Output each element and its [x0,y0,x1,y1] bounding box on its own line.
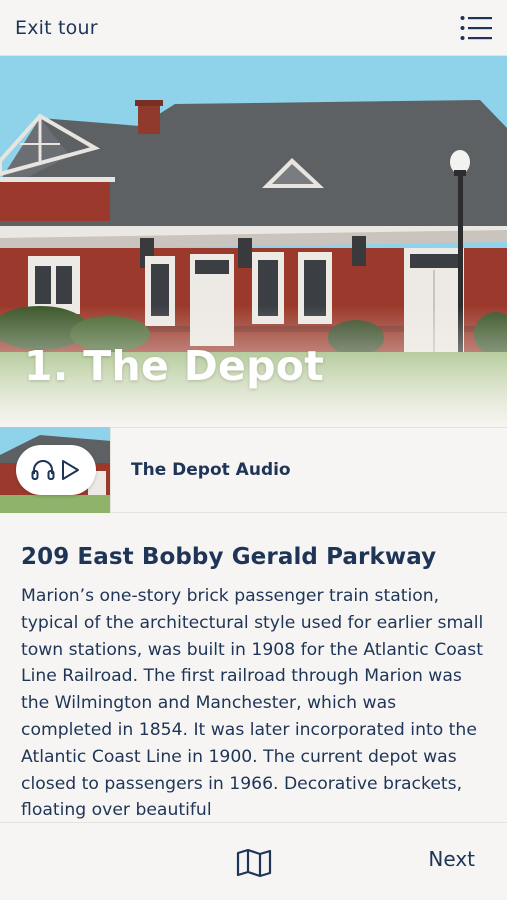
exit-tour-button[interactable]: Exit tour [15,17,98,39]
play-audio-button[interactable] [16,445,96,495]
bottom-bar: Next [0,822,507,900]
next-button[interactable]: Next [428,847,475,871]
stop-description: Marion’s one-story brick passenger train… [21,586,484,821]
hero-image: 1. The Depot [0,56,507,428]
stop-address: 209 East Bobby Gerald Parkway [21,544,437,570]
list-menu-icon[interactable] [460,15,492,41]
audio-thumbnail [0,427,111,513]
stop-content: 209 East Bobby Gerald Parkway Marion’s o… [0,514,507,822]
stop-title: 1. The Depot [24,342,325,390]
map-icon[interactable] [236,848,272,878]
audio-player-row[interactable]: The Depot Audio [0,427,507,513]
audio-title: The Depot Audio [131,460,291,480]
headphones-play-icon [31,460,79,480]
top-bar: Exit tour [0,0,507,56]
